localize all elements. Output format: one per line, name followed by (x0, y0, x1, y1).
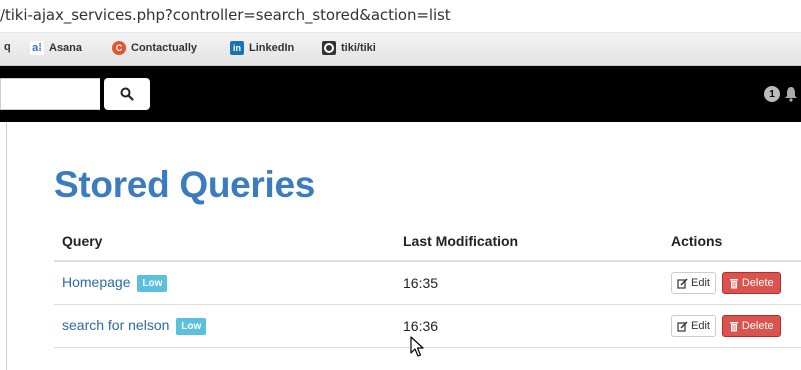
delete-label: Delete (741, 277, 774, 289)
bookmark-label: q (4, 41, 11, 53)
column-header-last-modification: Last Modification (403, 222, 671, 262)
bookmark-asana[interactable]: a⁞ Asana (30, 41, 82, 55)
edit-icon (677, 277, 688, 289)
bookmarks-bar: q a⁞ Asana C Contactually in LinkedIn ti… (0, 33, 801, 66)
last-modification-cell: 16:35 (403, 261, 671, 305)
mouse-cursor-icon (410, 336, 424, 357)
bookmark-q[interactable]: q (4, 41, 11, 53)
page-edge-divider (6, 122, 7, 370)
search-input[interactable] (0, 78, 100, 110)
asana-icon: a⁞ (30, 41, 44, 55)
stored-queries-table: Query Last Modification Actions Homepage… (54, 222, 801, 348)
contactually-icon: C (112, 41, 126, 55)
edit-label: Edit (691, 320, 710, 332)
edit-button[interactable]: Edit (671, 272, 716, 294)
actions-cell: Edit Delete (671, 261, 801, 305)
column-header-actions: Actions (671, 222, 801, 262)
bookmark-label: LinkedIn (249, 42, 295, 54)
github-icon (322, 41, 336, 55)
edit-button[interactable]: Edit (671, 315, 716, 337)
trash-icon (729, 278, 738, 288)
actions-cell: Edit Delete (671, 304, 801, 348)
column-header-query: Query (54, 222, 403, 262)
url-text[interactable]: /tiki-ajax_services.php?controller=searc… (0, 6, 451, 24)
query-cell: Homepage Low (54, 261, 403, 305)
bookmark-label: tiki/tiki (341, 42, 376, 54)
top-navbar: 1 (0, 66, 801, 122)
search-icon (120, 87, 134, 101)
query-link[interactable]: search for nelson (62, 317, 169, 333)
bell-icon[interactable] (784, 86, 798, 102)
table-row: search for nelson Low 16:36 Edit Delete (54, 304, 801, 348)
trash-icon (729, 321, 738, 331)
query-link[interactable]: Homepage (62, 274, 131, 290)
priority-badge: Low (137, 275, 168, 292)
delete-button[interactable]: Delete (721, 272, 781, 294)
delete-label: Delete (741, 320, 774, 332)
bookmark-linkedin[interactable]: in LinkedIn (230, 41, 294, 55)
table-row: Homepage Low 16:35 Edit Delete (54, 261, 801, 305)
query-cell: search for nelson Low (54, 304, 403, 348)
edit-icon (677, 320, 688, 332)
linkedin-icon: in (230, 41, 244, 55)
last-modification-cell: 16:36 (403, 304, 671, 348)
delete-button[interactable]: Delete (721, 315, 781, 337)
priority-badge: Low (176, 318, 207, 335)
browser-url-bar[interactable]: /tiki-ajax_services.php?controller=searc… (0, 0, 801, 33)
page-title: Stored Queries (54, 164, 316, 205)
table-header-row: Query Last Modification Actions (54, 222, 801, 262)
notifications[interactable]: 1 (764, 86, 798, 102)
notification-count-badge[interactable]: 1 (764, 86, 780, 102)
edit-label: Edit (691, 277, 710, 289)
search-button[interactable] (104, 78, 150, 110)
bookmark-tiki[interactable]: tiki/tiki (322, 41, 376, 55)
bookmark-label: Contactually (131, 42, 198, 54)
bookmark-label: Asana (49, 42, 83, 54)
bookmark-contactually[interactable]: C Contactually (112, 41, 197, 55)
